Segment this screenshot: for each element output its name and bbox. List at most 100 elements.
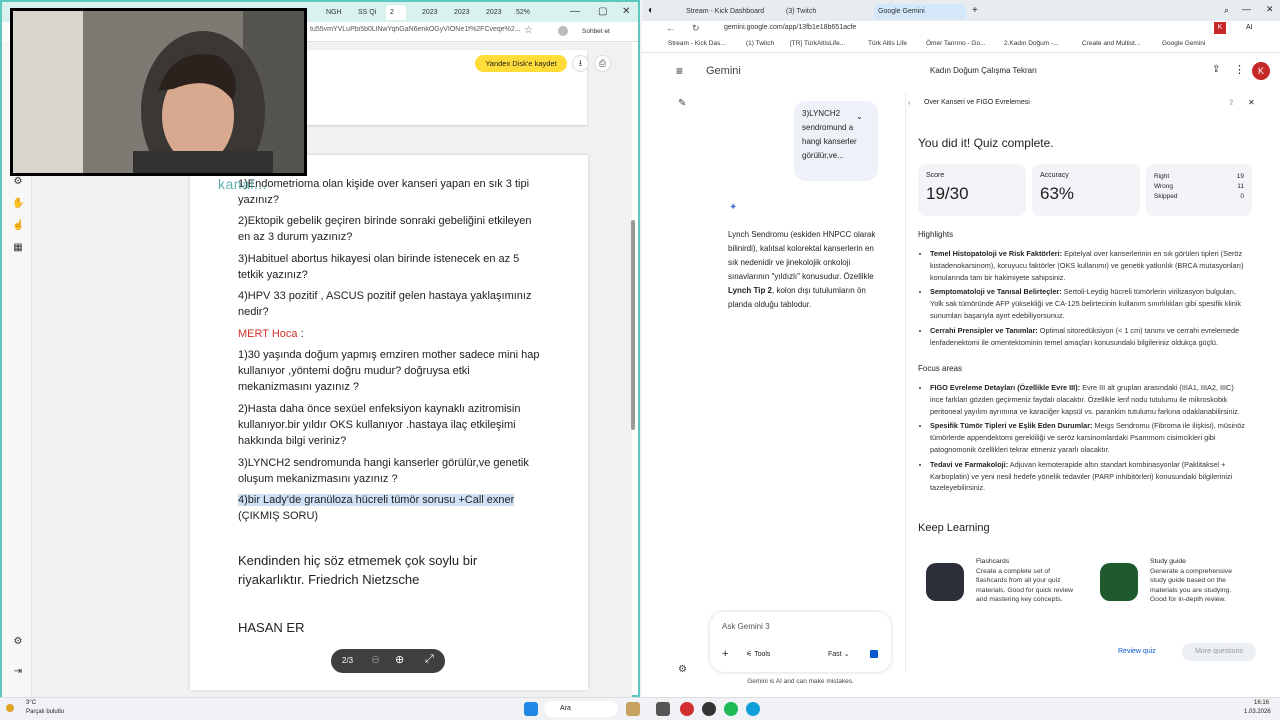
add-icon[interactable]: + — [722, 648, 728, 660]
gemini-browser-window: ◐ Stream - Kick Dashboard (3) Twitch Goo… — [642, 0, 1280, 697]
profile-avatar[interactable] — [558, 26, 568, 36]
clock-date[interactable]: 1.03.2026 — [1244, 709, 1271, 715]
search-icon[interactable]: ⌕ — [1224, 5, 1229, 16]
list-item: Semptomatoloji ve Tanısal Belirteçler: S… — [930, 286, 1248, 321]
tab-twitch[interactable]: (3) Twitch — [782, 4, 872, 19]
chat-label[interactable]: Sohbet et — [582, 28, 610, 35]
page-indicator: 2/3 — [342, 656, 354, 665]
close-icon[interactable]: ✕ — [1266, 4, 1274, 15]
fullscreen-icon[interactable]: ⤢ — [425, 653, 434, 666]
new-tab-icon[interactable]: + — [972, 5, 978, 16]
score-card: Score 19/30 — [918, 164, 1026, 216]
left-scrollbar[interactable] — [631, 220, 635, 430]
zoom-out-icon[interactable]: ⊖ — [371, 653, 380, 666]
tab-2023-b[interactable]: 2023 — [450, 5, 474, 20]
bookmark-6[interactable]: 2.Kadın Doğum -... — [1004, 40, 1059, 47]
weather-desc[interactable]: Parçalı bulutlu — [26, 709, 64, 715]
quiz-panel: ‹ Over Kanseri ve FIGO Evrelemesi ⇪ ✕ Yo… — [905, 92, 1256, 672]
close-icon[interactable]: ✕ — [1248, 98, 1255, 107]
avatar[interactable]: K — [1252, 62, 1270, 80]
settings-icon[interactable]: ⚙ — [678, 664, 687, 675]
back-icon[interactable]: ← — [666, 23, 675, 33]
study-guide-card[interactable]: Study guide Generate a comprehensive stud… — [1088, 557, 1248, 622]
explorer-icon[interactable] — [626, 702, 640, 716]
hand-icon[interactable]: ☝ — [12, 220, 24, 232]
weather-icon[interactable] — [6, 704, 14, 712]
flashcards-card[interactable]: Flashcards Create a complete set of flash… — [914, 557, 1074, 622]
app-name[interactable]: Gemini — [706, 65, 741, 77]
share-icon[interactable]: ⇪ — [1212, 64, 1220, 75]
logout-icon[interactable]: ⇥ — [12, 666, 24, 678]
ai-badge[interactable]: AI — [1246, 24, 1253, 31]
spotify-icon[interactable] — [724, 702, 738, 716]
prompt-box[interactable]: Ask Gemini 3 + ⚟ Tools Fast ⌄ — [710, 612, 891, 672]
share-icon[interactable]: ⇪ — [1228, 98, 1235, 107]
tab-gemini[interactable]: Google Gemini — [874, 4, 966, 19]
more-questions-button[interactable]: More questions — [1182, 643, 1256, 661]
tab-2023-c[interactable]: 2023 — [482, 5, 506, 20]
star-icon[interactable]: ☆ — [524, 25, 533, 36]
tab-ss[interactable]: SS Qi — [354, 5, 380, 20]
tools-button[interactable]: ⚟ Tools — [746, 650, 770, 658]
start-icon[interactable] — [524, 702, 538, 716]
new-chat-icon[interactable]: ✎ — [678, 98, 686, 109]
bookmark-1[interactable]: Stream - Kick Das... — [668, 40, 726, 47]
highlights-heading: Highlights — [918, 230, 954, 239]
apps-icon[interactable]: ▦ — [12, 242, 24, 254]
flashcards-icon — [926, 563, 964, 601]
taskbar: 3°C Parçalı bulutlu Ara 16:16 1.03.2026 — [0, 697, 1280, 720]
reload-icon[interactable]: ↻ — [692, 23, 700, 34]
left-address-bar: tu55vmYVLuPbi5b0LlNwYqhGaN6enkOGyVIONe1f… — [302, 22, 638, 42]
prompt-input[interactable]: Ask Gemini 3 — [722, 622, 770, 631]
url-field[interactable]: gemini.google.com/app/13fb1e18b651acfe — [724, 24, 856, 31]
menu-icon[interactable]: ≡ — [676, 64, 683, 78]
stop-icon[interactable] — [870, 650, 878, 658]
more-icon[interactable]: ⋮ — [1234, 63, 1245, 76]
tab-52[interactable]: 52% — [512, 5, 534, 20]
weather-temp[interactable]: 3°C — [26, 700, 36, 706]
obs-icon[interactable] — [702, 702, 716, 716]
close-icon[interactable]: ✕ — [622, 6, 630, 17]
download-icon[interactable]: ⭳ — [572, 55, 589, 72]
puzzle-icon[interactable]: ✋ — [12, 198, 24, 210]
gear-icon[interactable]: ⚙ — [12, 176, 24, 188]
bookmark-3[interactable]: [TR] TürkAltisLife... — [790, 40, 845, 47]
minimize-icon[interactable]: — — [1242, 4, 1251, 14]
bookmark-2[interactable]: (1) Twitch — [746, 40, 774, 47]
tab-ngh[interactable]: NGH — [322, 5, 346, 20]
accuracy-value: 63% — [1040, 184, 1075, 203]
tab-active-pdf[interactable]: 2 — [386, 5, 406, 20]
print-icon[interactable]: ⎙ — [594, 55, 611, 72]
minimize-icon[interactable]: — — [570, 6, 580, 17]
browser-icon[interactable]: ◐ — [648, 5, 654, 16]
bookmarks-bar: Stream - Kick Das... (1) Twitch [TR] Tür… — [642, 37, 1280, 53]
settings-icon[interactable]: ⚙ — [12, 636, 24, 648]
yandex-save-button[interactable]: Yandex Disk'e kaydet — [475, 55, 567, 72]
opera-icon[interactable] — [680, 702, 694, 716]
doc-line-1: 1)Endometrioma olan kişide over kanseri … — [238, 178, 530, 206]
bookmark-8[interactable]: Google Gemini — [1162, 40, 1205, 47]
right-tab-strip: ◐ Stream - Kick Dashboard (3) Twitch Goo… — [642, 0, 1280, 21]
keep-learning-heading: Keep Learning — [918, 522, 990, 534]
zoom-in-icon[interactable]: ⊕ — [395, 653, 404, 666]
tab-2023-a[interactable]: 2023 — [418, 5, 442, 20]
bookmark-5[interactable]: Ömer Tanrıno - Go... — [926, 40, 985, 47]
author-name: HASAN ER — [238, 620, 305, 635]
edge-icon[interactable] — [746, 702, 760, 716]
bookmark-7[interactable]: Create and Multist... — [1082, 40, 1140, 47]
doc-line-2: 2)Ektopik gebelik geçiren birinde sonrak… — [238, 215, 532, 243]
highlighted-text[interactable]: 4)bir Lady'de granüloza hücreli tümör so… — [238, 494, 515, 506]
quiz-title: Over Kanseri ve FIGO Evrelemesi — [924, 99, 1030, 106]
url-field[interactable]: tu55vmYVLuPbi5b0LlNwYqhGaN6enkOGyVIONe1f… — [310, 26, 520, 38]
bookmark-4[interactable]: Türk Altis Life — [868, 40, 907, 47]
mode-select[interactable]: Fast ⌄ — [828, 650, 849, 658]
review-quiz-button[interactable]: Review quiz — [1118, 648, 1156, 655]
chevron-down-icon[interactable]: ⌄ — [856, 112, 863, 121]
terminal-icon[interactable] — [656, 702, 670, 716]
maximize-icon[interactable]: ▢ — [598, 6, 607, 17]
extension-icon[interactable]: K — [1214, 22, 1226, 34]
taskbar-search[interactable]: Ara — [544, 701, 618, 717]
clock-time[interactable]: 16:16 — [1254, 700, 1269, 706]
doc-line-4: 4)HPV 33 pozitif , ASCUS pozitif gelen h… — [238, 290, 532, 318]
chevron-left-icon[interactable]: ‹ — [908, 100, 910, 107]
